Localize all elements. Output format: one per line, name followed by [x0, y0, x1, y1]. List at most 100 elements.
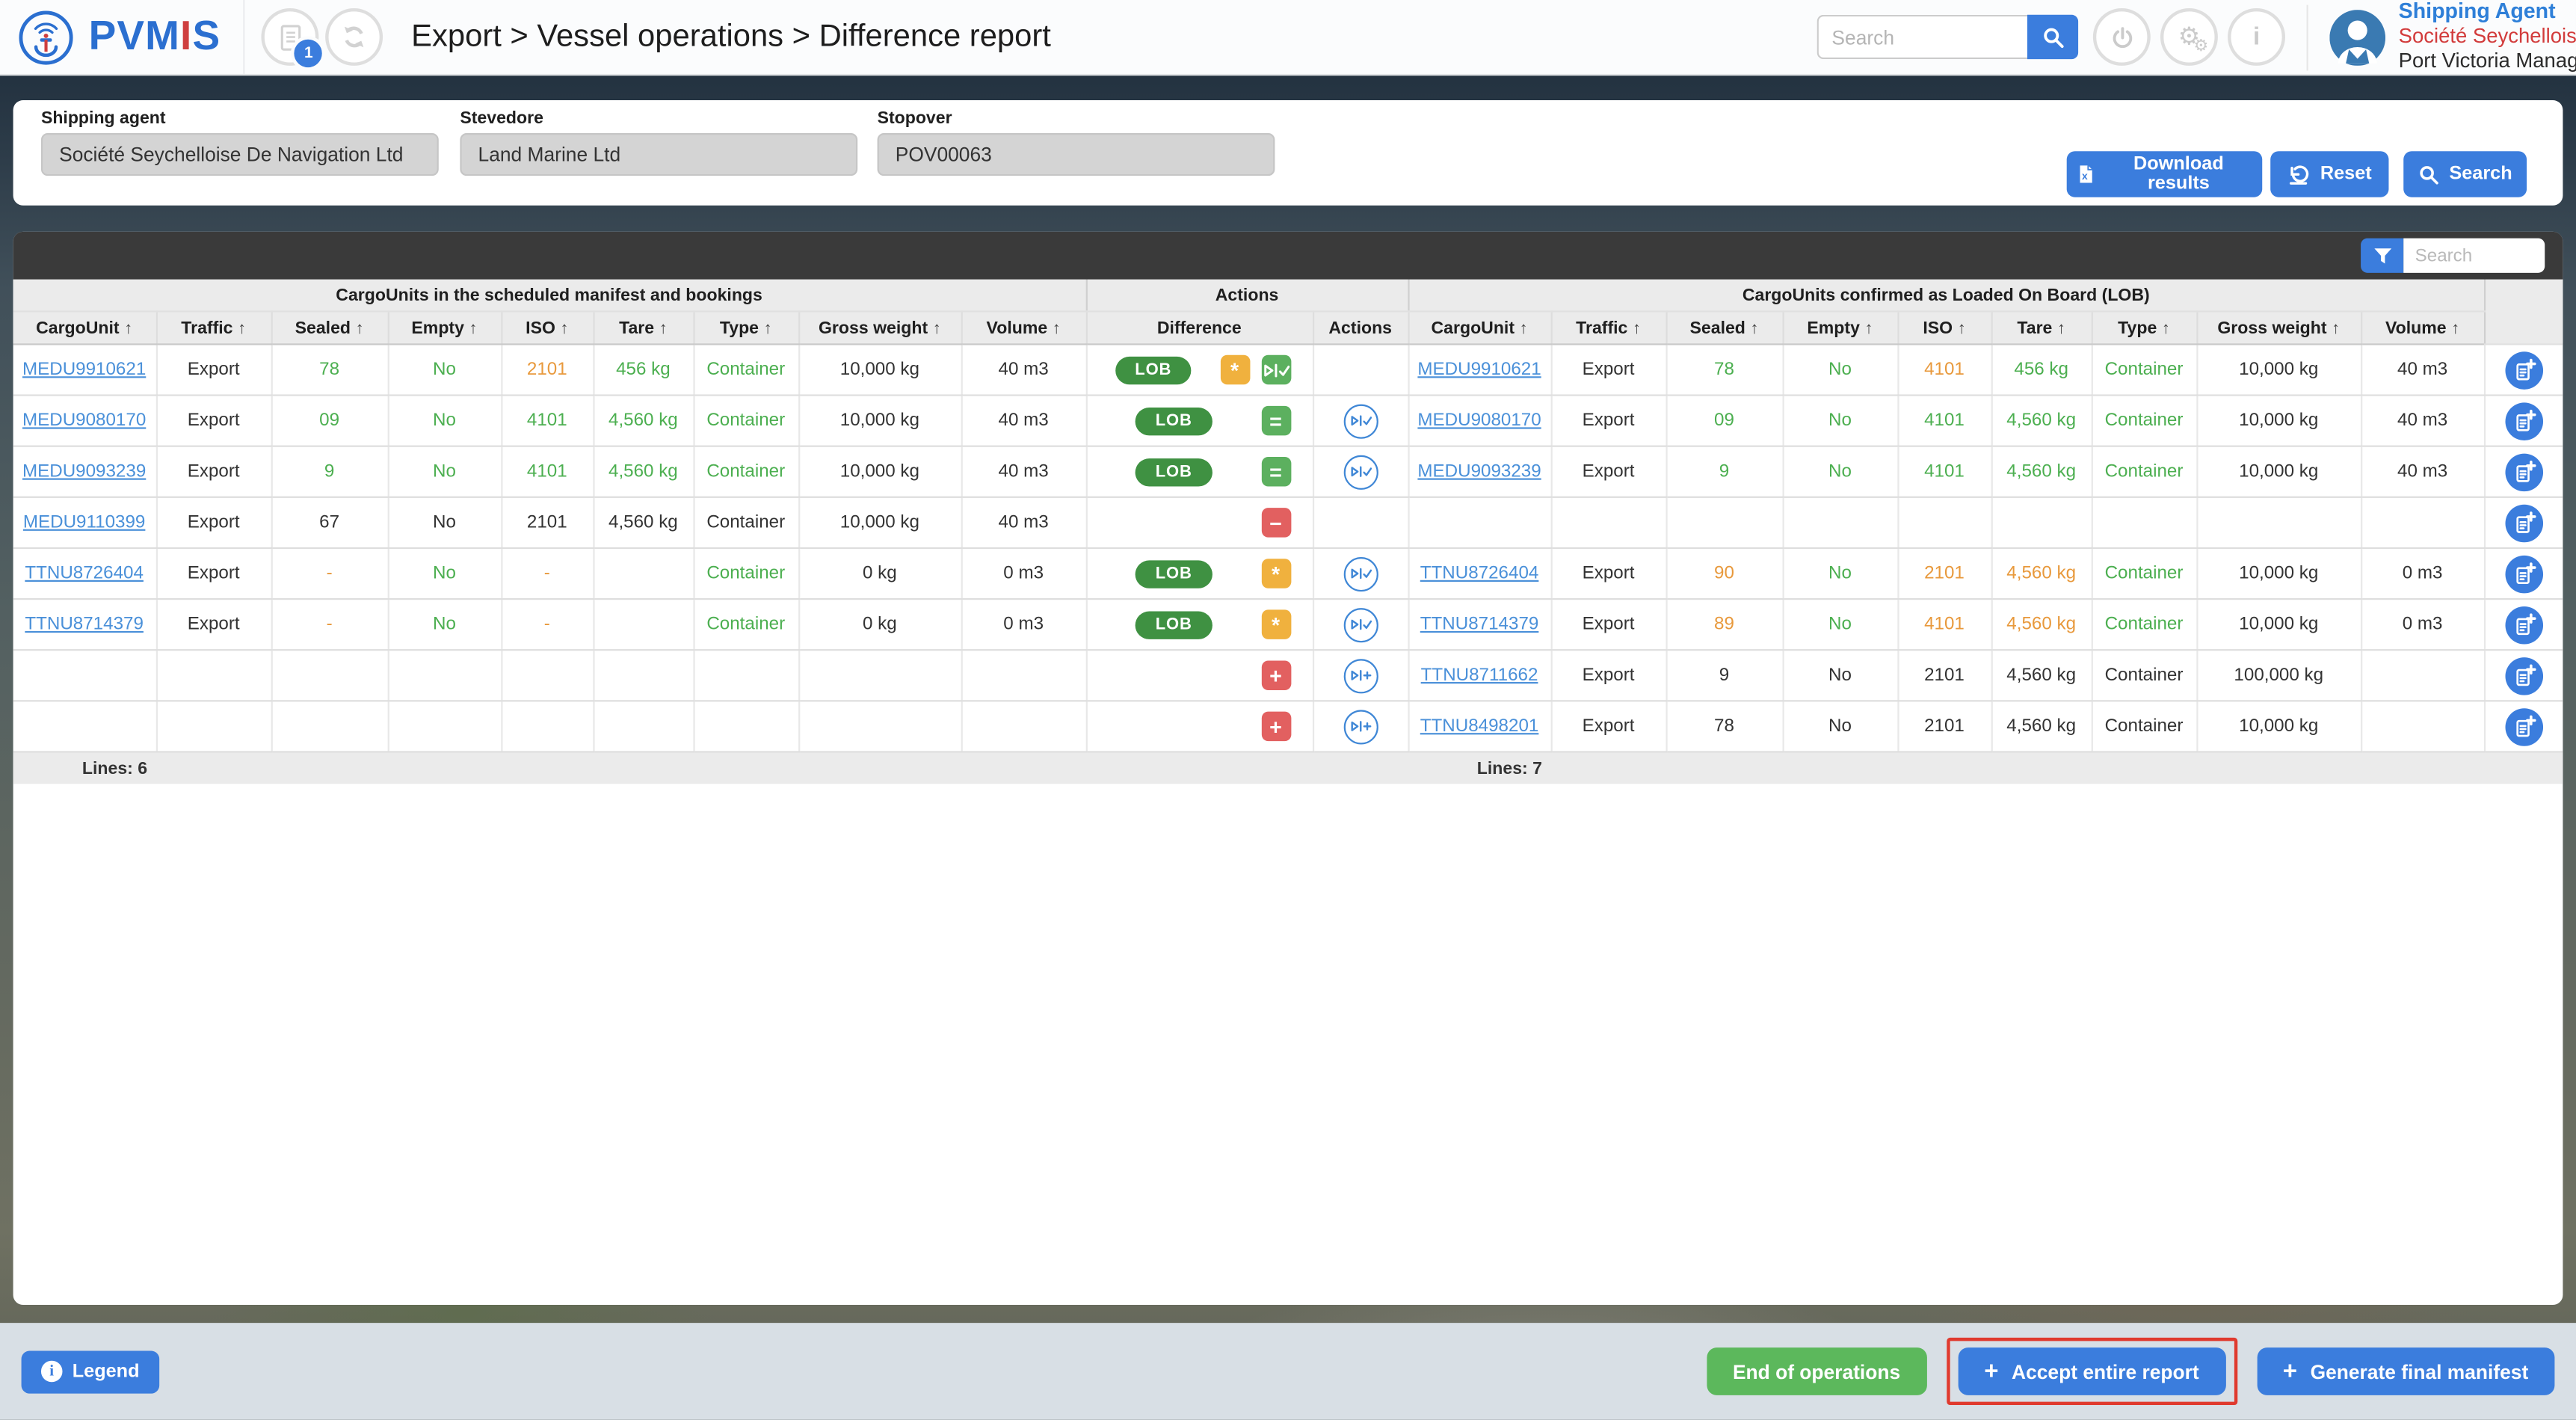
column-header-empty[interactable]: Empty↑ — [1783, 311, 1898, 344]
column-header-traffic[interactable]: Traffic↑ — [1551, 311, 1666, 344]
cargo-unit-link[interactable]: TTNU8714379 — [1420, 615, 1539, 634]
cell: 4101 — [1897, 446, 1991, 497]
cargo-unit-link[interactable]: MEDU9093239 — [1417, 462, 1541, 482]
header-search-button[interactable] — [2027, 15, 2078, 59]
filter-search-button[interactable]: Search — [2403, 151, 2527, 197]
cell: No — [388, 344, 502, 395]
confirm-action-button[interactable] — [1343, 556, 1378, 591]
cargo-unit-link[interactable]: TTNU8711662 — [1421, 666, 1538, 685]
table-search-input[interactable] — [2403, 239, 2545, 273]
cell — [593, 650, 693, 701]
cell: 4101 — [501, 396, 593, 446]
actions-cell — [1313, 396, 1408, 446]
column-header-actions: Actions — [1313, 311, 1408, 344]
edit-row-button[interactable] — [2506, 707, 2544, 746]
cell: 40 m3 — [2361, 344, 2484, 395]
cargo-unit-cell: TTNU8711662 — [1408, 650, 1550, 701]
column-header-difference: Difference — [1086, 311, 1313, 344]
cargo-unit-link[interactable]: MEDU9080170 — [22, 411, 146, 430]
cargo-unit-cell: MEDU9093239 — [13, 446, 156, 497]
cell: 456 kg — [1991, 344, 2092, 395]
shipping-agent-input[interactable] — [41, 133, 439, 176]
add-action-button[interactable] — [1343, 658, 1378, 692]
edit-row-button[interactable] — [2506, 351, 2544, 389]
cargo-unit-link[interactable]: MEDU9080170 — [1417, 411, 1541, 430]
info-button[interactable]: i — [2228, 8, 2285, 66]
download-results-button[interactable]: x Download results — [2067, 151, 2263, 197]
column-header-cargounit[interactable]: CargoUnit↑ — [1408, 311, 1550, 344]
cell: 0 m3 — [961, 548, 1086, 599]
column-header-tare[interactable]: Tare↑ — [1991, 311, 2092, 344]
cargo-unit-link[interactable]: TTNU8726404 — [1420, 564, 1539, 583]
edit-row-button[interactable] — [2506, 555, 2544, 593]
column-header-type[interactable]: Type↑ — [693, 311, 798, 344]
header-divider — [2307, 4, 2308, 70]
difference-report-panel: CargoUnits in the scheduled manifest and… — [13, 232, 2563, 1305]
confirm-action-button[interactable] — [1343, 404, 1378, 438]
cargo-unit-link[interactable]: MEDU9110399 — [23, 513, 146, 532]
header-search-input[interactable] — [1817, 15, 2027, 59]
column-header-iso[interactable]: ISO↑ — [501, 311, 593, 344]
lob-badge: LOB — [1136, 610, 1212, 638]
settings-button[interactable]: ⚙⚙ — [2160, 8, 2218, 66]
logout-button[interactable] — [2093, 8, 2151, 66]
edit-cell — [2484, 344, 2563, 395]
refresh-button[interactable] — [326, 8, 383, 66]
column-header-iso[interactable]: ISO↑ — [1897, 311, 1991, 344]
cell — [1783, 497, 1898, 548]
edit-row-button[interactable] — [2506, 452, 2544, 491]
column-header-traffic[interactable]: Traffic↑ — [156, 311, 271, 344]
user-menu[interactable]: Shipping Agent Société Seychelloise De P… — [2329, 0, 2576, 75]
reset-button[interactable]: Reset — [2270, 151, 2388, 197]
confirm-action-button[interactable] — [1343, 455, 1378, 489]
cell: 100,000 kg — [2196, 650, 2361, 701]
table-filter-button[interactable] — [2361, 239, 2403, 273]
lob-badge: LOB — [1136, 458, 1212, 485]
user-org: Port Victoria Managem — [2399, 50, 2576, 76]
cargo-unit-link[interactable]: TTNU8726404 — [25, 564, 144, 583]
edit-row-button[interactable] — [2506, 606, 2544, 644]
edit-row-button[interactable] — [2506, 657, 2544, 695]
column-header-sealed[interactable]: Sealed↑ — [1666, 311, 1783, 344]
column-header-type[interactable]: Type↑ — [2092, 311, 2197, 344]
cargo-unit-cell: MEDU9910621 — [13, 344, 156, 395]
column-header-cargounit[interactable]: CargoUnit↑ — [13, 311, 156, 344]
cell: No — [388, 599, 502, 650]
excel-file-icon: x — [2077, 163, 2095, 186]
cell: Container — [2092, 650, 2197, 701]
table-row: MEDU9093239Export9No41014,560 kgContaine… — [13, 446, 2563, 497]
column-header-volume[interactable]: Volume↑ — [961, 311, 1086, 344]
cell: 40 m3 — [961, 446, 1086, 497]
column-header-gross-weight[interactable]: Gross weight↑ — [2196, 311, 2361, 344]
plus-badge: + — [1261, 660, 1291, 690]
edit-row-button[interactable] — [2506, 504, 2544, 542]
cell: 4,560 kg — [1991, 446, 2092, 497]
notifications-button[interactable]: 1 — [262, 8, 319, 66]
confirm-action-button[interactable] — [1343, 607, 1378, 642]
column-header-gross-weight[interactable]: Gross weight↑ — [798, 311, 961, 344]
cell: Container — [693, 497, 798, 548]
generate-final-manifest-button[interactable]: + Generate final manifest — [2257, 1347, 2555, 1395]
accept-entire-report-button[interactable]: + Accept entire report — [1958, 1347, 2225, 1395]
column-header-tare[interactable]: Tare↑ — [593, 311, 693, 344]
cargo-unit-link[interactable]: MEDU9093239 — [22, 462, 146, 482]
cargo-unit-link[interactable]: MEDU9910621 — [22, 360, 146, 379]
column-header-volume[interactable]: Volume↑ — [2361, 311, 2484, 344]
legend-button[interactable]: i Legend — [22, 1350, 159, 1392]
add-action-button[interactable] — [1343, 709, 1378, 743]
sort-arrow-icon: ↑ — [1053, 319, 1061, 337]
filter-card: Shipping agent Stevedore Stopover x Down… — [13, 100, 2563, 206]
difference-report-table: CargoUnits in the scheduled manifest and… — [13, 280, 2563, 784]
end-of-operations-button[interactable]: End of operations — [1707, 1347, 1926, 1395]
edit-row-button[interactable] — [2506, 402, 2544, 440]
stevedore-input[interactable] — [460, 133, 857, 176]
cargo-unit-link[interactable]: TTNU8714379 — [25, 615, 144, 634]
column-header-sealed[interactable]: Sealed↑ — [271, 311, 388, 344]
equals-badge: = — [1261, 406, 1291, 436]
cargo-unit-link[interactable]: TTNU8498201 — [1420, 716, 1539, 736]
cargo-unit-link[interactable]: MEDU9910621 — [1417, 360, 1541, 379]
cell — [593, 599, 693, 650]
column-header-empty[interactable]: Empty↑ — [388, 311, 502, 344]
stopover-input[interactable] — [878, 133, 1275, 176]
stevedore-label: Stevedore — [460, 108, 857, 128]
